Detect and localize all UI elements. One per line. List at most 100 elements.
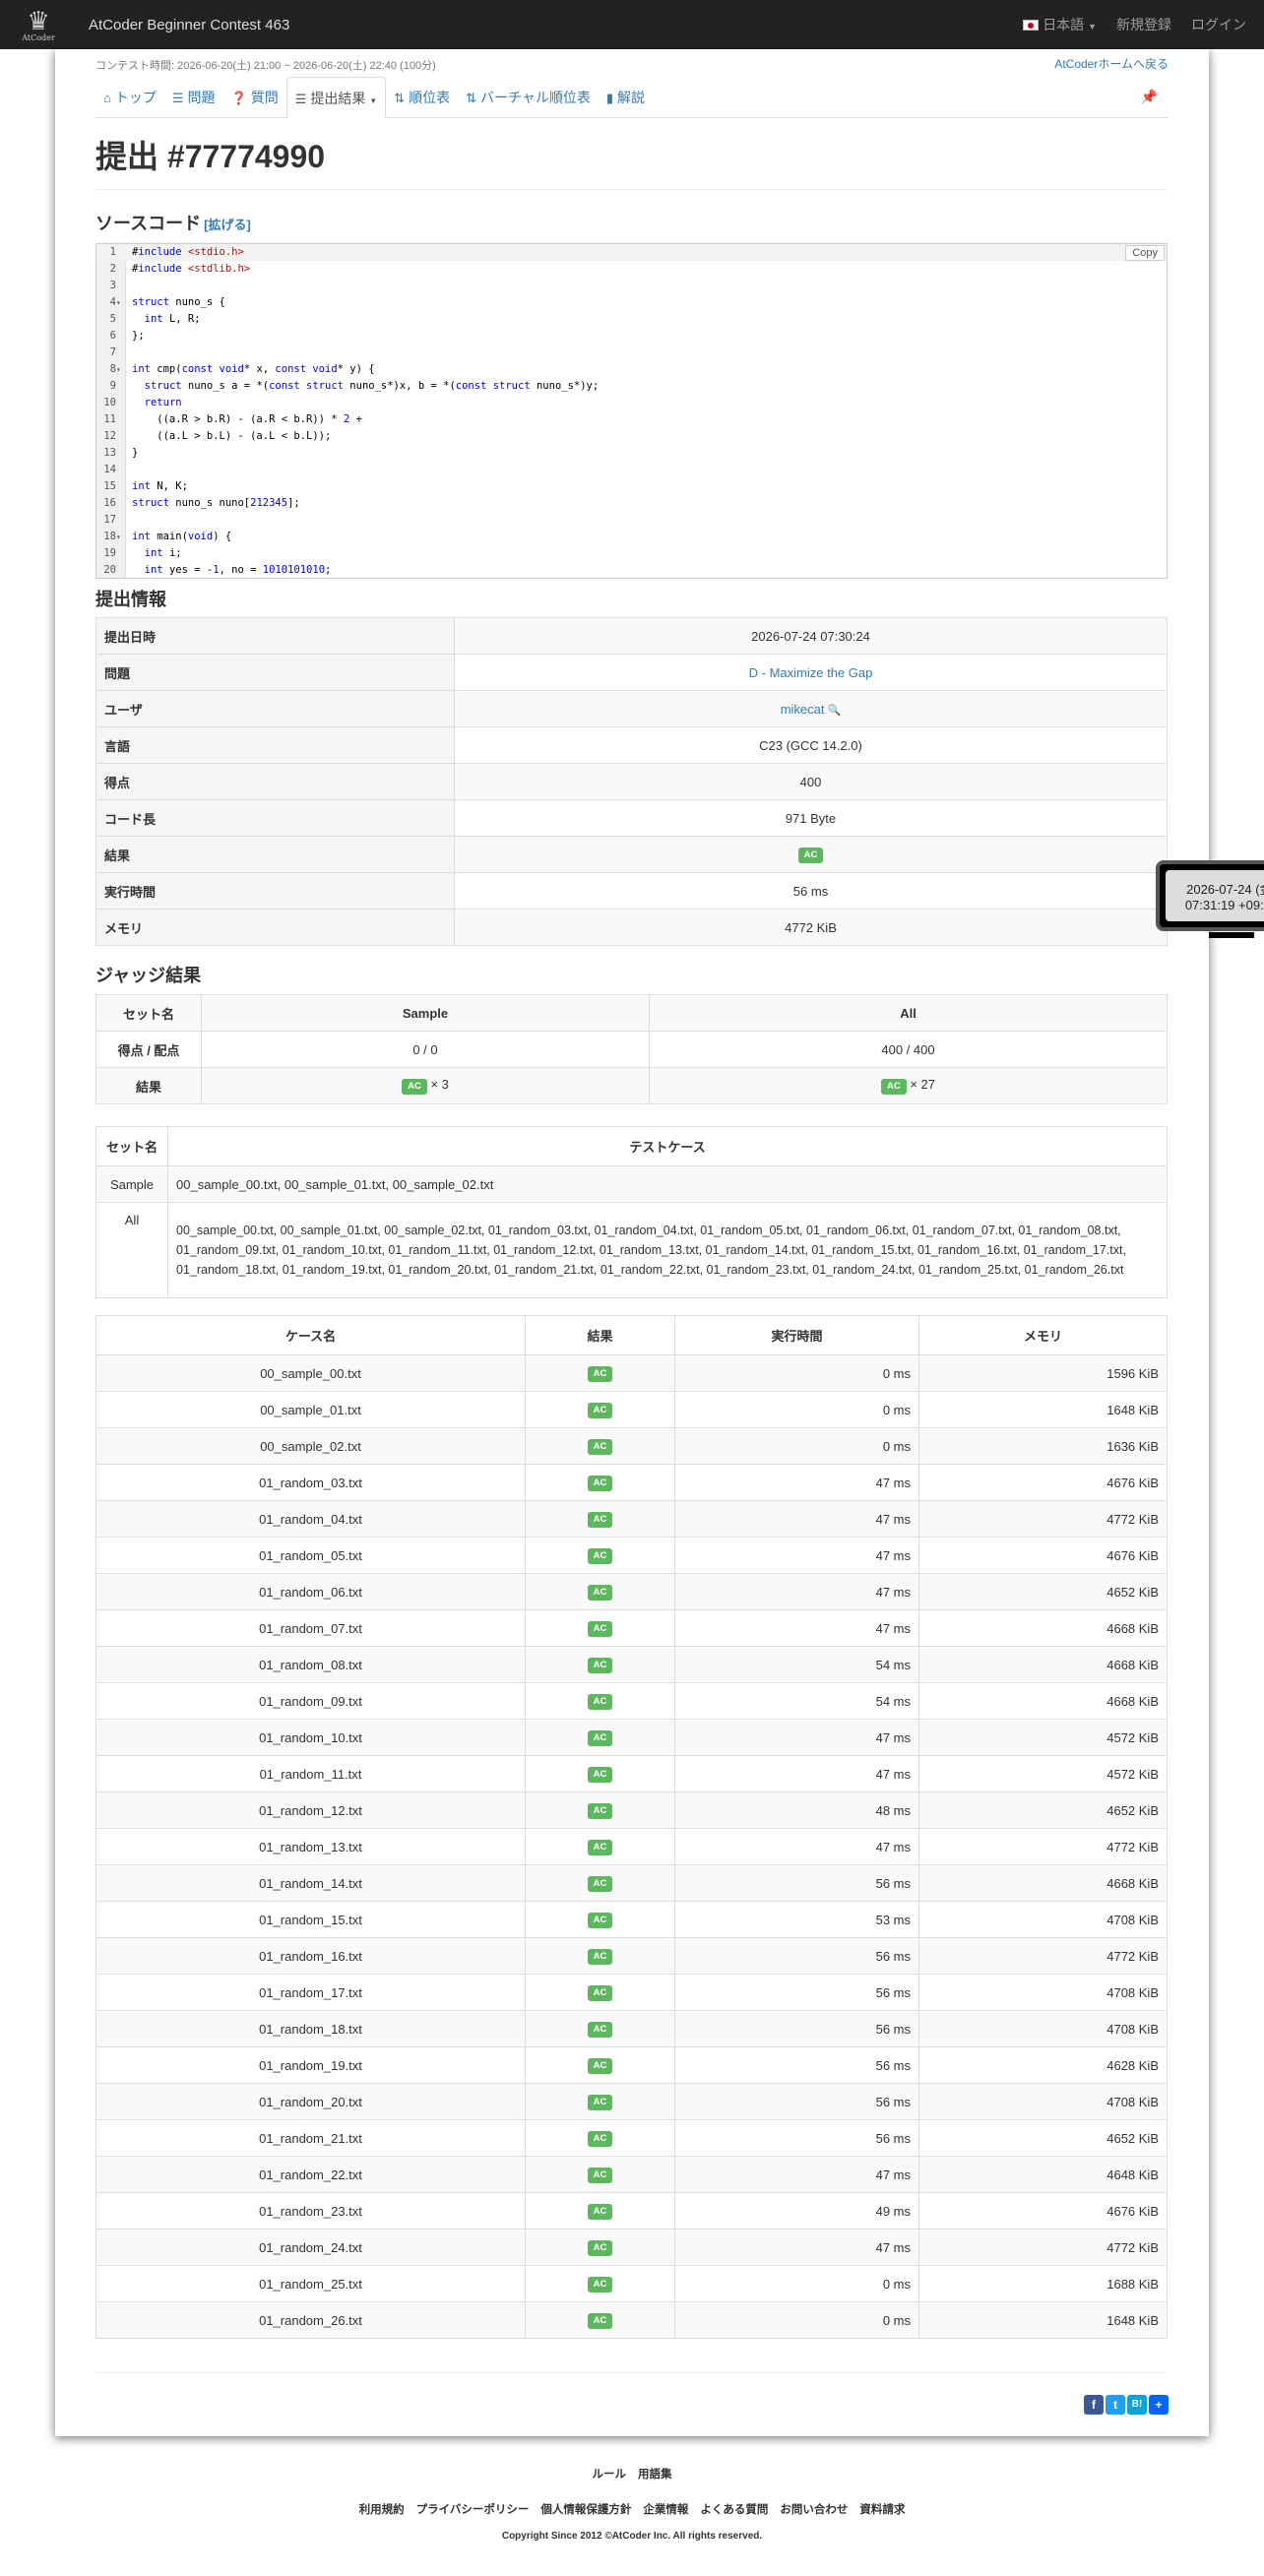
hatena-bookmark-icon[interactable]: B! [1127, 2395, 1147, 2415]
code-line: 11 ((a.R > b.R) - (a.R < b.R)) * 2 + [103, 413, 362, 425]
tab-top[interactable]: ⌂ トップ [95, 77, 164, 118]
status-badge: AC [587, 2240, 613, 2256]
status-badge: AC [587, 2204, 613, 2220]
share-plus-icon[interactable]: + [1149, 2395, 1169, 2415]
case-name: 01_random_23.txt [259, 2203, 362, 2219]
table-row: 01_random_24.txt AC 47 ms 4772 KiB [95, 2229, 1168, 2266]
testcase-detail-table: ケース名 結果 実行時間 メモリ 00_sample_00.txt AC 0 ms 1… [95, 1315, 1168, 2339]
status-badge: AC [587, 2022, 613, 2038]
login-link[interactable]: ログイン [1191, 15, 1246, 34]
memory: 4668 KiB [1106, 1693, 1159, 1709]
atcoder-logo[interactable]: ♛ AtCoder [14, 2, 63, 47]
language-dropdown[interactable]: 日本語 ▼ [1023, 15, 1097, 34]
code-editor[interactable]: 1 #include <stdio.h> 2 #include <stdlib.h> 3… [95, 243, 1168, 579]
info-row: 実行時間 56 ms [95, 872, 1168, 910]
footer-link[interactable]: 用語集 [638, 2469, 672, 2481]
japan-flag-icon [1023, 20, 1040, 31]
status-badge: AC [587, 1694, 613, 1710]
footer-link[interactable]: 企業情報 [643, 2504, 688, 2516]
table-row: 01_random_23.txt AC 49 ms 4676 KiB [95, 2192, 1168, 2230]
tab-submissions[interactable]: ☰ 提出結果 ▼ [285, 77, 387, 119]
table-row: 01_random_19.txt AC 56 ms 4628 KiB [95, 2046, 1168, 2084]
exec-time: 47 ms [875, 1766, 911, 1782]
status-badge: AC [402, 1079, 427, 1095]
code-line: 4▾ struct nuno_s { [96, 294, 1167, 311]
facebook-icon[interactable]: f [1084, 2395, 1104, 2415]
status-badge: AC [587, 1621, 613, 1637]
info-value: 2026-07-24 07:30:24 [751, 628, 870, 644]
judge-result-heading: ジャッジ結果 [95, 966, 202, 985]
code-line: 19 int i; [103, 547, 182, 559]
twitter-icon[interactable]: t [1106, 2395, 1125, 2415]
footer-link[interactable]: 利用規約 [359, 2504, 405, 2516]
task-link[interactable]: D - Maximize the Gap [749, 665, 873, 680]
status-badge: AC [587, 2058, 613, 2074]
status-badge: AC [587, 1840, 613, 1855]
memory: 4772 KiB [1106, 2239, 1159, 2255]
memory: 4772 KiB [1106, 1948, 1159, 1964]
case-name: 00_sample_00.txt [260, 1365, 361, 1381]
tab-tasks[interactable]: ☰ 問題 [164, 77, 223, 118]
table-row: 00_sample_00.txt AC 0 ms 1596 KiB [95, 1354, 1168, 1392]
info-value: 56 ms [792, 883, 829, 899]
memory: 4708 KiB [1106, 1984, 1159, 2000]
status-badge: AC [587, 2131, 613, 2147]
divider [95, 2372, 1168, 2373]
code-line: 1 #include <stdio.h> [96, 244, 1167, 261]
footer-link[interactable]: プライバシーポリシー [416, 2504, 530, 2516]
table-row: 01_random_21.txt AC 56 ms 4652 KiB [95, 2119, 1168, 2157]
case-name: 01_random_08.txt [259, 1657, 362, 1672]
status-badge: AC [587, 1403, 613, 1418]
case-name: 01_random_11.txt [259, 1766, 362, 1782]
footer-link[interactable]: 個人情報保護方針 [540, 2504, 631, 2516]
code-line: 2 #include <stdlib.h> [109, 263, 251, 275]
status-badge: AC [587, 1439, 613, 1455]
status-badge: AC [880, 1079, 907, 1095]
exec-time: 56 ms [875, 1875, 911, 1891]
memory: 1596 KiB [1106, 1365, 1159, 1381]
share-buttons: f t B! + [1084, 2395, 1169, 2415]
search-icon[interactable]: 🔍 [825, 705, 842, 717]
case-name: 01_random_05.txt [259, 1547, 362, 1563]
memory: 4676 KiB [1106, 1475, 1159, 1490]
testcase-set-table: セット名 テストケース Sample 00_sample_00.txt, 00_… [95, 1126, 1168, 1298]
exec-time: 53 ms [875, 1912, 911, 1927]
info-row: 問題 D - Maximize the Gap [95, 654, 1168, 691]
case-name: 01_random_21.txt [259, 2130, 362, 2146]
table-row: 01_random_06.txt AC 47 ms 4652 KiB [95, 1573, 1168, 1610]
signup-link[interactable]: 新規登録 [1116, 15, 1171, 34]
tab-clarifications[interactable]: ❓ 質問 [223, 77, 286, 118]
code-line: 3 [109, 280, 116, 291]
status-badge: AC [587, 1585, 613, 1601]
book-icon: ▮ [605, 91, 614, 105]
question-icon: ❓ [230, 91, 247, 105]
footer-link[interactable]: お問い合わせ [780, 2504, 848, 2516]
code-line: 14 [103, 464, 116, 475]
footer-link[interactable]: よくある質問 [700, 2504, 768, 2516]
tab-editorial[interactable]: ▮ 解説 [599, 77, 653, 118]
pin-icon[interactable]: 📌 [1141, 89, 1158, 105]
footer-link[interactable]: ルール [593, 2469, 627, 2481]
status-badge: AC [587, 2313, 613, 2329]
table-row: 01_random_25.txt AC 0 ms 1688 KiB [95, 2265, 1168, 2302]
exec-time: 49 ms [875, 2203, 911, 2219]
tab-standings[interactable]: ⇅ 順位表 [386, 77, 458, 118]
memory: 4572 KiB [1106, 1766, 1159, 1782]
exec-time: 47 ms [875, 2167, 911, 2182]
memory: 4772 KiB [1106, 1511, 1159, 1527]
tab-virtual-standings[interactable]: ⇅ バーチャル順位表 [458, 77, 599, 118]
expand-link[interactable]: [拡げる] [204, 218, 251, 232]
table-row: 01_random_03.txt AC 47 ms 4676 KiB [95, 1464, 1168, 1501]
memory: 4708 KiB [1106, 1912, 1159, 1927]
table-row: 01_random_16.txt AC 56 ms 4772 KiB [95, 1937, 1168, 1975]
user-link[interactable]: mikecat [781, 702, 825, 717]
contest-title-link[interactable]: AtCoder Beginner Contest 463 [89, 17, 289, 33]
copy-button[interactable]: Copy [1125, 245, 1165, 261]
atcoder-home-link[interactable]: AtCoderホームへ戻る [1054, 55, 1169, 72]
info-row: ユーザ mikecat 🔍 [95, 690, 1168, 727]
footer-link[interactable]: 資料請求 [859, 2504, 905, 2516]
memory: 4668 KiB [1106, 1620, 1159, 1636]
exec-time: 47 ms [875, 1620, 911, 1636]
memory: 1688 KiB [1106, 2276, 1159, 2292]
memory: 1636 KiB [1106, 1438, 1159, 1454]
